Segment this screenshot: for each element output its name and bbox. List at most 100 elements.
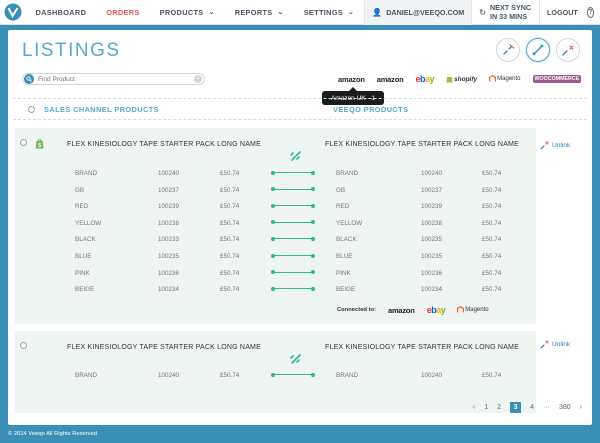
variant-name: BLUE bbox=[75, 253, 92, 260]
variant-name: GB bbox=[75, 186, 85, 194]
sync-status[interactable]: ↻ NEXT SYNC IN 33 MINS bbox=[471, 0, 539, 25]
sku: 100237 bbox=[158, 186, 180, 194]
user-icon: 👤 bbox=[372, 7, 383, 17]
connected-amazon: amazon bbox=[387, 305, 415, 315]
broken-link-icon bbox=[503, 44, 515, 55]
link-dot bbox=[271, 220, 275, 225]
nav-item-products[interactable]: PRODUCTS ⌄ bbox=[150, 0, 225, 25]
sku: 100240 bbox=[421, 372, 443, 379]
sku: 100234 bbox=[158, 286, 180, 294]
link-dot bbox=[311, 220, 315, 225]
unlink-icon bbox=[540, 141, 549, 150]
channel-ebay[interactable]: ebay bbox=[415, 74, 434, 84]
sku: 100238 bbox=[421, 219, 443, 227]
link-icon bbox=[532, 44, 544, 56]
variant-row: BRAND 100240 £50.74 BRAND 100240 £50.74 bbox=[15, 165, 536, 181]
veeqo-products-header: VEEQO PRODUCTS bbox=[333, 105, 409, 114]
sku: 100233 bbox=[158, 236, 180, 244]
link-dot bbox=[271, 253, 275, 258]
filter-all-button[interactable] bbox=[556, 38, 580, 62]
page-ellipsis[interactable]: ··· bbox=[543, 404, 550, 411]
variant-row: GB 100237 £50.74 GB 100237 £50.74 bbox=[15, 182, 536, 198]
veeqo-product-name: FLEX KINESIOLOGY TAPE STARTER PACK LONG … bbox=[325, 344, 519, 351]
page-3[interactable]: 3 bbox=[510, 402, 522, 413]
sku: 100238 bbox=[158, 219, 180, 227]
nav-item-settings[interactable]: SETTINGS ⌄ bbox=[294, 0, 365, 25]
listing-table-header: SALES CHANNEL PRODUCTS VEEQO PRODUCTS bbox=[13, 98, 587, 120]
magento-icon bbox=[489, 75, 497, 82]
price: £50.74 bbox=[482, 219, 502, 227]
connected-ebay: ebay bbox=[426, 305, 446, 315]
link-dot bbox=[271, 187, 275, 192]
sku: 100239 bbox=[421, 203, 443, 211]
price: £50.74 bbox=[220, 203, 240, 211]
sku: 100240 bbox=[421, 170, 443, 177]
price: £50.74 bbox=[482, 253, 502, 260]
variant-row: PINK 100236 £50.74 PINK 100236 £50.74 bbox=[15, 265, 536, 281]
shopify-bag-icon bbox=[446, 77, 453, 83]
sku: 100240 bbox=[158, 170, 180, 177]
connected-channels: Connected to: amazon ebay Magento bbox=[337, 305, 489, 315]
clear-search-icon[interactable]: × bbox=[194, 75, 202, 83]
price: £50.74 bbox=[482, 286, 502, 294]
channel-product-name: FLEX KINESIOLOGY TAPE STARTER PACK LONG … bbox=[67, 344, 261, 351]
logout-button[interactable]: LOGOUT bbox=[539, 0, 585, 25]
link-dot bbox=[311, 170, 315, 175]
nav-label: DASHBOARD bbox=[35, 7, 87, 17]
nav-item-dashboard[interactable]: DASHBOARD bbox=[25, 0, 96, 25]
prev-page-button[interactable]: ‹ bbox=[473, 404, 475, 411]
page-2[interactable]: 2 bbox=[497, 404, 501, 411]
channel-shopify[interactable]: shopify bbox=[446, 75, 477, 83]
page-1[interactable]: 1 bbox=[484, 404, 488, 411]
page-380[interactable]: 380 bbox=[559, 404, 571, 411]
page-4[interactable]: 4 bbox=[530, 404, 534, 411]
price: £50.74 bbox=[482, 203, 502, 211]
channel-woocommerce[interactable]: WOOCOMMERCE bbox=[532, 75, 582, 83]
channel-amazon[interactable]: amazon bbox=[377, 75, 404, 84]
variant-name: BEIGE bbox=[75, 286, 95, 294]
ebay-logo: ebay bbox=[415, 74, 435, 84]
select-all-checkbox[interactable] bbox=[28, 106, 35, 113]
unlink-button[interactable]: Unlink bbox=[540, 141, 570, 150]
nav-label: SETTINGS bbox=[303, 7, 344, 17]
next-page-button[interactable]: › bbox=[580, 404, 582, 411]
nav-item-reports[interactable]: REPORTS ⌄ bbox=[225, 0, 294, 25]
user-menu[interactable]: 👤 DANIEL@VEEQO.COM bbox=[364, 0, 472, 25]
price: £50.74 bbox=[220, 372, 240, 379]
channel-amazon-uk[interactable]: amazon bbox=[338, 75, 365, 84]
link-line bbox=[273, 172, 313, 173]
link-line bbox=[273, 188, 313, 190]
top-navigation: DASHBOARD ORDERS PRODUCTS ⌄ REPORTS ⌄ SETTINGS… bbox=[0, 0, 600, 25]
link-dot bbox=[271, 372, 275, 377]
search-input[interactable] bbox=[38, 75, 178, 83]
variant-name: BLACK bbox=[75, 236, 96, 244]
channel-filter-bar: amazon amazon ebay shopify Magento WOOCO… bbox=[338, 74, 582, 84]
price: £50.74 bbox=[220, 286, 240, 294]
channel-magento[interactable]: Magento bbox=[489, 75, 521, 83]
variant-name: PINK bbox=[336, 269, 351, 277]
link-line bbox=[273, 205, 313, 207]
help-icon[interactable]: ? bbox=[586, 6, 594, 18]
filter-linked-button[interactable] bbox=[526, 38, 550, 62]
filter-unlinked-button[interactable] bbox=[496, 38, 520, 62]
veeqo-logo-icon[interactable] bbox=[0, 0, 25, 25]
product-checkbox[interactable] bbox=[20, 139, 27, 146]
price: £50.74 bbox=[220, 219, 240, 227]
link-dot bbox=[271, 270, 275, 275]
variant-row: BLUE 100235 £50.74 BLUE 100235 £50.74 bbox=[15, 248, 536, 264]
unlink-label: Unlink bbox=[552, 142, 571, 149]
variant-name: BRAND bbox=[75, 170, 98, 177]
link-line bbox=[273, 271, 313, 273]
shopify-icon: S bbox=[35, 136, 44, 154]
product-card: FLEX KINESIOLOGY TAPE STARTER PACK LONG … bbox=[15, 331, 536, 413]
nav-menu: DASHBOARD ORDERS PRODUCTS ⌄ REPORTS ⌄ SETTINGS… bbox=[25, 0, 364, 25]
link-dot bbox=[271, 236, 275, 241]
product-checkbox[interactable] bbox=[20, 342, 27, 349]
nav-item-orders[interactable]: ORDERS bbox=[96, 0, 149, 25]
link-dot bbox=[311, 203, 315, 208]
nav-label: PRODUCTS bbox=[159, 7, 204, 17]
variant-row: YELLOW 100238 £50.74 YELLOW 100238 £50.74 bbox=[15, 215, 536, 231]
unlink-button[interactable]: Unlink bbox=[540, 340, 570, 349]
search-icon[interactable] bbox=[24, 74, 34, 84]
link-line bbox=[273, 374, 313, 375]
